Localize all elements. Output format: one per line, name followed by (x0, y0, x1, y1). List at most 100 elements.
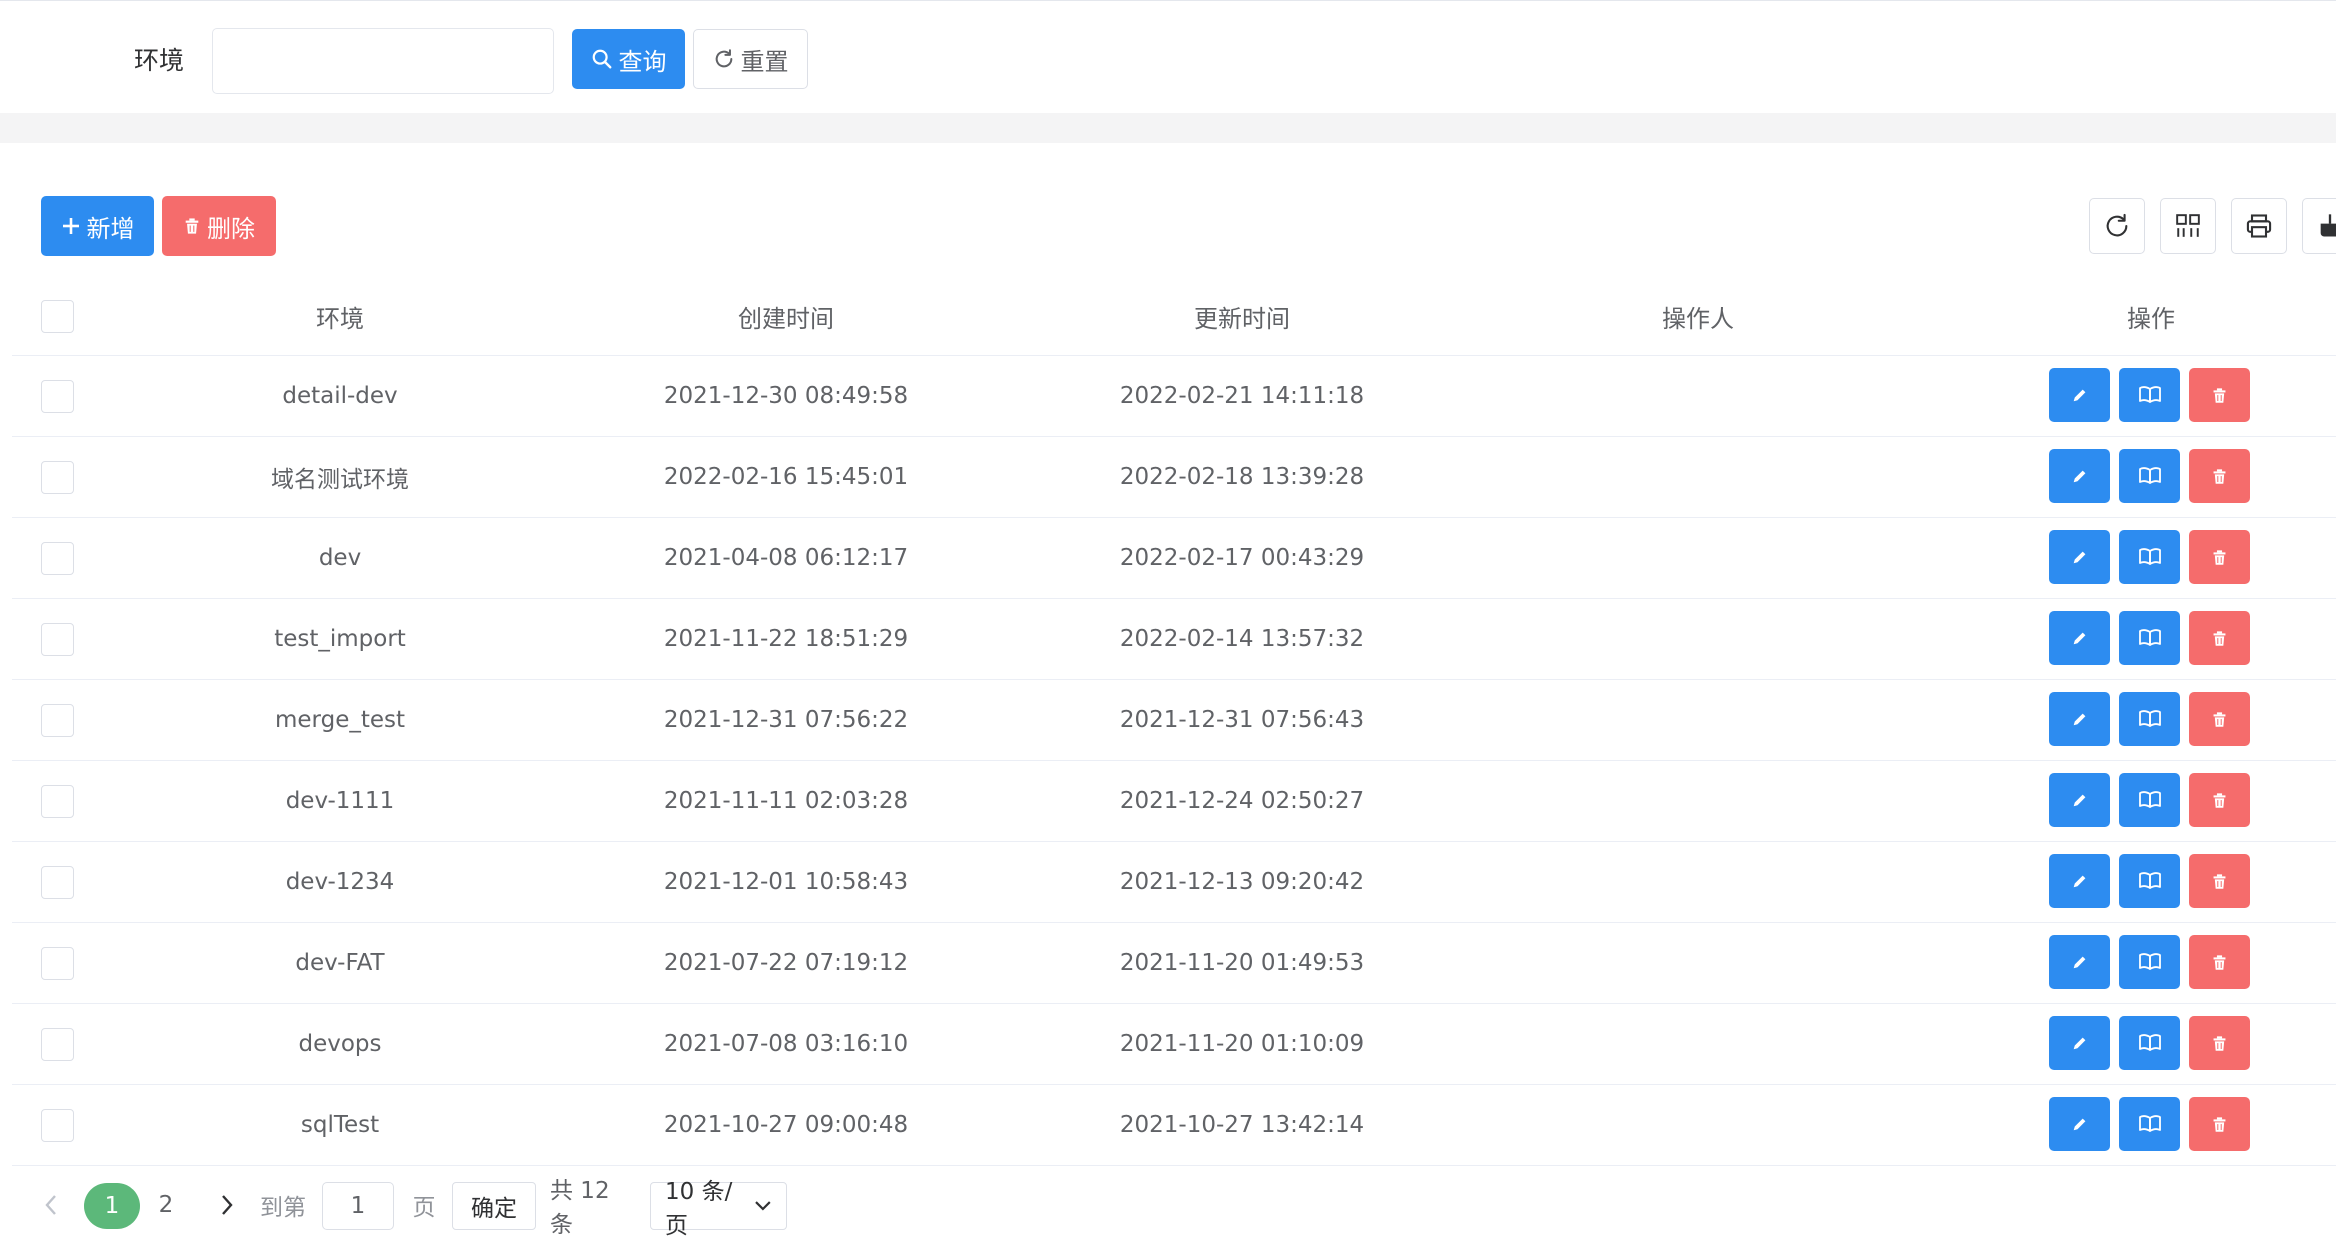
environment-table: 环境 创建时间 更新时间 操作人 操作 detail-dev 2021-12-3… (12, 278, 2336, 1166)
row-checkbox[interactable] (40, 703, 74, 737)
edit-button[interactable] (2049, 1097, 2110, 1151)
edit-button[interactable] (2049, 854, 2110, 908)
pencil-icon (2073, 875, 2085, 888)
export-button[interactable] (2302, 198, 2336, 254)
row-actions (2049, 854, 2250, 908)
table-row: sqlTest 2021-10-27 09:00:48 2021-10-27 1… (12, 1085, 2336, 1166)
cell-created: 2021-11-11 02:03:28 (663, 788, 909, 814)
cell-env: dev (318, 545, 362, 571)
edit-button[interactable] (2049, 773, 2110, 827)
edit-button[interactable] (2049, 368, 2110, 422)
cell-env: dev-1111 (285, 788, 395, 814)
row-actions (2049, 368, 2250, 422)
column-settings-button[interactable] (2160, 198, 2216, 254)
chevron-down-icon (755, 1201, 771, 1211)
edit-button[interactable] (2049, 935, 2110, 989)
page-2-button[interactable]: 2 (148, 1178, 184, 1232)
goto-page-input[interactable] (322, 1182, 394, 1230)
row-checkbox[interactable] (40, 379, 74, 413)
column-header-actions: 操作 (2127, 305, 2175, 333)
cell-operator (1470, 1085, 1926, 1165)
column-header-env[interactable]: 环境 (122, 278, 558, 355)
delete-button[interactable]: 删除 (162, 196, 276, 256)
delete-row-button[interactable] (2189, 1097, 2250, 1151)
page-size-select[interactable]: 10 条/页 (650, 1179, 787, 1239)
table-row: test_import 2021-11-22 18:51:29 2022-02-… (12, 599, 2336, 680)
delete-row-button[interactable] (2189, 773, 2250, 827)
print-button[interactable] (2231, 198, 2287, 254)
delete-row-button[interactable] (2189, 854, 2250, 908)
columns-icon (2176, 214, 2200, 237)
trash-icon (2213, 1035, 2226, 1051)
cell-updated: 2021-11-20 01:10:09 (1119, 1031, 1365, 1057)
column-header-operator[interactable]: 操作人 (1470, 278, 1926, 355)
cell-operator (1470, 680, 1926, 760)
delete-row-button[interactable] (2189, 449, 2250, 503)
row-checkbox[interactable] (40, 1027, 74, 1061)
cell-updated: 2021-12-13 09:20:42 (1119, 869, 1365, 895)
row-actions (2049, 449, 2250, 503)
cell-created: 2021-07-08 03:16:10 (663, 1031, 909, 1057)
delete-row-button[interactable] (2189, 935, 2250, 989)
cell-created: 2021-12-01 10:58:43 (663, 869, 909, 895)
view-button[interactable] (2119, 1097, 2180, 1151)
edit-button[interactable] (2049, 530, 2110, 584)
column-header-updated[interactable]: 更新时间 (1014, 278, 1470, 355)
refresh-icon (2106, 213, 2128, 237)
edit-button[interactable] (2049, 449, 2110, 503)
delete-row-button[interactable] (2189, 692, 2250, 746)
trash-icon (2213, 792, 2226, 808)
page-suffix-label: 页 (412, 1195, 436, 1221)
delete-row-button[interactable] (2189, 368, 2250, 422)
column-header-created[interactable]: 创建时间 (558, 278, 1014, 355)
plus-icon (62, 218, 79, 234)
view-button[interactable] (2119, 1016, 2180, 1070)
row-checkbox[interactable] (40, 1108, 74, 1142)
select-all-checkbox[interactable] (40, 300, 74, 333)
table-row: dev-1111 2021-11-11 02:03:28 2021-12-24 … (12, 761, 2336, 842)
cell-created: 2022-02-16 15:45:01 (663, 464, 909, 490)
book-icon (2138, 791, 2161, 808)
goto-label: 到第 (260, 1195, 306, 1221)
view-button[interactable] (2119, 773, 2180, 827)
view-button[interactable] (2119, 611, 2180, 665)
edit-button[interactable] (2049, 611, 2110, 665)
edit-button[interactable] (2049, 1016, 2110, 1070)
prev-page-button[interactable] (34, 1178, 68, 1232)
page-1-button[interactable]: 1 (84, 1183, 140, 1229)
row-checkbox[interactable] (40, 622, 74, 656)
goto-confirm-button[interactable]: 确定 (452, 1182, 536, 1230)
cell-operator (1470, 1004, 1926, 1084)
book-icon (2138, 1115, 2161, 1132)
delete-row-button[interactable] (2189, 530, 2250, 584)
view-button[interactable] (2119, 935, 2180, 989)
view-button[interactable] (2119, 854, 2180, 908)
book-icon (2138, 548, 2161, 565)
refresh-icon (715, 49, 732, 68)
next-page-button[interactable] (210, 1178, 244, 1232)
delete-row-button[interactable] (2189, 611, 2250, 665)
view-button[interactable] (2119, 692, 2180, 746)
delete-row-button[interactable] (2189, 1016, 2250, 1070)
env-search-input[interactable] (212, 28, 554, 94)
cell-env: dev-FAT (295, 950, 385, 976)
add-button[interactable]: 新增 (41, 196, 154, 256)
view-button[interactable] (2119, 449, 2180, 503)
cell-updated: 2022-02-18 13:39:28 (1119, 464, 1365, 490)
pencil-icon (2073, 470, 2085, 483)
cell-operator (1470, 437, 1926, 517)
row-checkbox[interactable] (40, 865, 74, 899)
row-checkbox[interactable] (40, 460, 74, 494)
row-checkbox[interactable] (40, 946, 74, 980)
row-checkbox[interactable] (40, 784, 74, 818)
edit-button[interactable] (2049, 692, 2110, 746)
query-button[interactable]: 查询 (572, 29, 685, 89)
chevron-left-icon (45, 1195, 56, 1215)
view-button[interactable] (2119, 530, 2180, 584)
trash-icon (2213, 549, 2226, 565)
reset-button[interactable]: 重置 (693, 29, 808, 89)
view-button[interactable] (2119, 368, 2180, 422)
book-icon (2138, 953, 2161, 970)
refresh-table-button[interactable] (2089, 198, 2145, 254)
row-checkbox[interactable] (40, 541, 74, 575)
